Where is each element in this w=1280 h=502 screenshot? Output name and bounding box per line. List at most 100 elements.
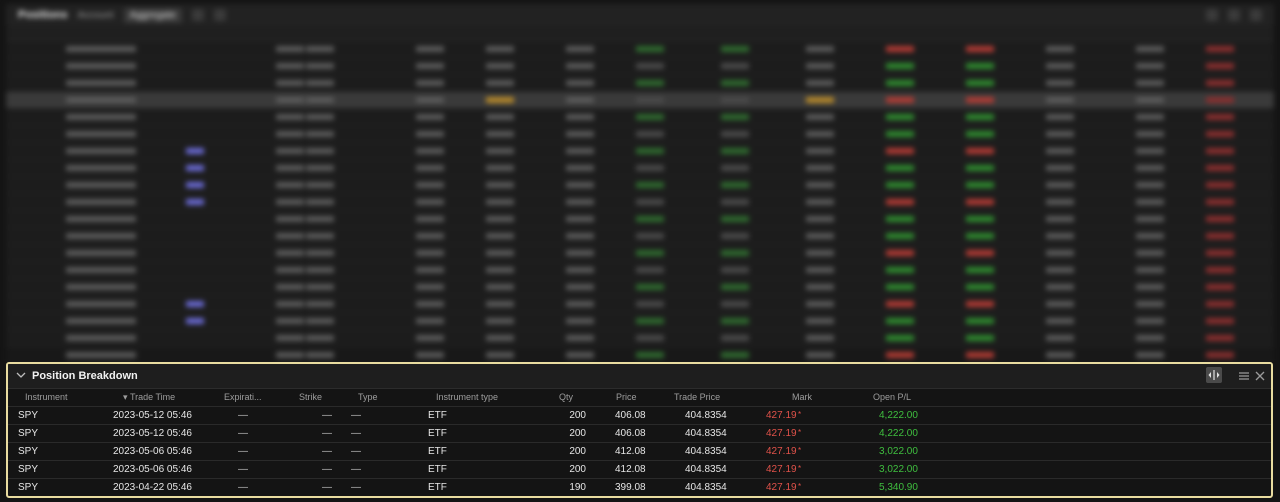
blurred-cell — [566, 216, 594, 222]
blurred-cell — [1046, 233, 1074, 239]
table-row[interactable]: SPY 2023-05-12 05:46 — — — ETF 200 406.0… — [8, 425, 1271, 443]
blurred-cell — [1206, 148, 1234, 154]
blurred-cell — [1136, 216, 1164, 222]
cell-strike: — — [322, 428, 332, 439]
blurred-position-row — [6, 262, 1274, 279]
blurred-position-row — [6, 211, 1274, 228]
column-header-mark[interactable]: Mark — [792, 392, 812, 402]
blurred-cell — [966, 182, 994, 188]
toolbar-settings-icon[interactable] — [1206, 9, 1218, 21]
column-header-trade-time[interactable]: Trade Time — [130, 392, 175, 402]
column-header-qty[interactable]: Qty — [559, 392, 573, 402]
cell-trade-price: 404.8354 — [685, 446, 727, 457]
blurred-tag — [186, 182, 204, 188]
blurred-cell — [566, 114, 594, 120]
blurred-cell — [566, 284, 594, 290]
blurred-cell — [721, 165, 749, 171]
panel-titlebar: Position Breakdown — [8, 364, 1271, 389]
toolbar-close-icon[interactable] — [1250, 9, 1262, 21]
column-header-price[interactable]: Price — [616, 392, 637, 402]
blurred-cell — [636, 284, 664, 290]
blurred-cell — [721, 335, 749, 341]
split-view-icon[interactable] — [1206, 367, 1222, 383]
blurred-cell — [636, 46, 664, 52]
blurred-cell — [886, 267, 914, 273]
blurred-cell — [886, 97, 914, 103]
blurred-cell — [1136, 97, 1164, 103]
cell-instrument-type: ETF — [428, 446, 447, 457]
blurred-cell — [1206, 165, 1234, 171]
column-header-trade-price[interactable]: Trade Price — [674, 392, 720, 402]
blurred-cell — [276, 46, 304, 52]
blurred-position-row — [6, 160, 1274, 177]
blurred-cell — [721, 233, 749, 239]
cell-mark: 427.19 — [766, 446, 797, 457]
blurred-cell — [66, 165, 136, 171]
blurred-cell — [1046, 267, 1074, 273]
blurred-cell — [886, 46, 914, 52]
blurred-cell — [636, 97, 664, 103]
blurred-cell — [886, 131, 914, 137]
sort-desc-icon[interactable]: ▾ — [123, 392, 128, 403]
blurred-cell — [1046, 114, 1074, 120]
toolbar-square-icon[interactable] — [213, 9, 226, 21]
column-header-strike[interactable]: Strike — [299, 392, 322, 402]
blurred-cell — [276, 199, 304, 205]
blurred-cell — [306, 284, 334, 290]
blurred-cell — [886, 63, 914, 69]
column-header-open-pl[interactable]: Open P/L — [873, 392, 911, 402]
close-icon[interactable] — [1254, 370, 1266, 382]
menu-icon[interactable] — [1238, 370, 1250, 382]
blurred-cell — [1046, 250, 1074, 256]
table-row[interactable]: SPY 2023-05-06 05:46 — — — ETF 200 412.0… — [8, 461, 1271, 479]
column-header-expiration[interactable]: Expirati... — [224, 392, 262, 402]
blurred-cell — [1206, 233, 1234, 239]
blurred-cell — [566, 301, 594, 307]
blurred-cell — [1136, 80, 1164, 86]
cell-open-pl: 4,222.00 — [879, 428, 918, 439]
chevron-down-icon[interactable] — [16, 370, 26, 380]
blurred-cell — [486, 148, 514, 154]
blurred-cell — [566, 63, 594, 69]
blurred-cell — [966, 46, 994, 52]
blurred-cell — [66, 182, 136, 188]
table-row[interactable]: SPY 2023-05-06 05:46 — — — ETF 200 412.0… — [8, 443, 1271, 461]
blurred-cell — [486, 318, 514, 324]
cell-instrument: SPY — [18, 428, 39, 439]
column-header-instrument-type[interactable]: Instrument type — [436, 392, 498, 402]
column-header-instrument[interactable]: Instrument — [25, 392, 68, 402]
blurred-cell — [1136, 131, 1164, 137]
blurred-position-row — [6, 177, 1274, 194]
blurred-cell — [1136, 114, 1164, 120]
blurred-cell — [306, 216, 334, 222]
table-row[interactable]: SPY 2023-05-12 05:46 — — — ETF 200 406.0… — [8, 407, 1271, 425]
blurred-cell — [306, 301, 334, 307]
blurred-cell — [566, 46, 594, 52]
blurred-cell — [721, 97, 749, 103]
blurred-cell — [1136, 233, 1164, 239]
column-header-type[interactable]: Type — [358, 392, 378, 402]
blurred-cell — [721, 131, 749, 137]
blurred-cell — [806, 63, 834, 69]
positions-rows — [6, 41, 1274, 362]
blurred-cell — [721, 114, 749, 120]
blurred-cell — [486, 46, 514, 52]
toolbar-square-icon[interactable] — [191, 9, 204, 21]
blurred-tag — [186, 148, 204, 154]
blurred-cell — [1046, 148, 1074, 154]
blurred-cell — [276, 233, 304, 239]
account-selector[interactable]: Account — [78, 10, 114, 21]
cell-trade-time: 2023-05-06 05:46 — [113, 464, 192, 475]
positions-title: Positions — [18, 9, 68, 21]
cell-qty: 200 — [569, 410, 586, 421]
toolbar-menu-icon[interactable] — [1228, 9, 1240, 21]
blurred-cell — [276, 63, 304, 69]
blurred-cell — [1046, 97, 1074, 103]
blurred-cell — [276, 114, 304, 120]
blurred-cell — [1206, 352, 1234, 358]
blurred-cell — [1136, 267, 1164, 273]
cell-instrument: SPY — [18, 446, 39, 457]
aggregate-toggle[interactable]: Aggregate — [123, 7, 182, 23]
table-row[interactable]: SPY 2023-04-22 05:46 — — — ETF 190 399.0… — [8, 479, 1271, 496]
blurred-cell — [636, 250, 664, 256]
